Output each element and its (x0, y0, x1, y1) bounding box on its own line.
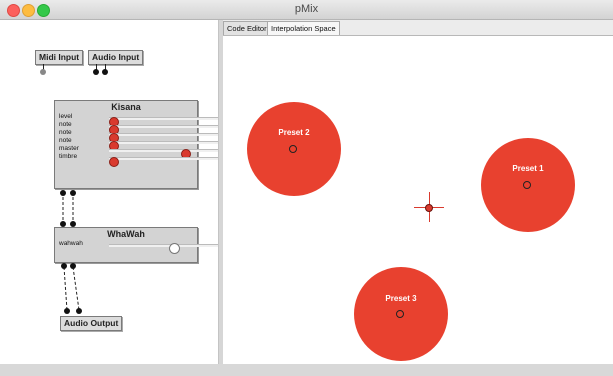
preset-1-center-icon[interactable] (523, 181, 531, 189)
param-row-master: master (59, 145, 237, 159)
app-window: pMix Midi Input Audio Input Kisana level… (0, 0, 613, 376)
param-label: note (59, 137, 72, 144)
param-row-wahwah: wahwah (59, 240, 237, 254)
preset-2-label: Preset 2 (278, 128, 310, 137)
audio-output-node[interactable]: Audio Output (60, 316, 123, 331)
midi-input-pin[interactable] (40, 69, 46, 75)
wire-whawah-out-left (63, 266, 68, 311)
midi-input-node[interactable]: Midi Input (35, 50, 84, 65)
preset-3-center-icon[interactable] (396, 310, 404, 318)
param-label: master (59, 145, 79, 152)
whawah-params: wahwah (55, 240, 237, 254)
preset-3-circle[interactable]: Preset 3 (354, 267, 448, 361)
interpolation-space-canvas[interactable]: Preset 2 Preset 1 Preset 3 (223, 36, 613, 364)
audio-output-pin-left[interactable] (64, 308, 70, 314)
audio-input-pin-right[interactable] (102, 69, 108, 75)
kisana-title: Kisana (111, 102, 141, 112)
param-label: timbre (59, 153, 78, 160)
param-row-timbre: timbre (59, 153, 237, 167)
audio-input-pin-left[interactable] (93, 69, 99, 75)
audio-input-label: Audio Input (92, 52, 140, 62)
kisana-node[interactable]: Kisana level note note note master timbre (54, 100, 237, 189)
kisana-params: level note note note master timbre (55, 113, 237, 167)
param-label: note (59, 121, 72, 128)
connection-wires (62, 192, 80, 311)
param-row-note: note (59, 121, 237, 135)
tab-code-editor[interactable]: Code Editor (223, 21, 271, 35)
preset-2-center-icon[interactable] (289, 145, 297, 153)
preset-1-circle[interactable]: Preset 1 (481, 138, 575, 232)
param-row-note: note (59, 137, 237, 151)
whawah-output-pin-right[interactable] (70, 263, 76, 269)
wire-whawah-out-right (72, 266, 80, 311)
param-row-note: note (59, 129, 237, 143)
preset-1-label: Preset 1 (512, 164, 544, 173)
slider-knob[interactable] (109, 157, 119, 167)
whawah-node[interactable]: WhaWah wahwah (54, 227, 237, 263)
preset-2-circle[interactable]: Preset 2 (247, 102, 341, 196)
tab-bar: Code Editor Interpolation Space (223, 20, 613, 36)
param-row-level: level (59, 113, 237, 127)
kisana-output-pin-left[interactable] (60, 190, 66, 196)
status-bar (0, 364, 613, 376)
param-label: note (59, 129, 72, 136)
whawah-output-pin-left[interactable] (61, 263, 67, 269)
audio-output-label: Audio Output (64, 318, 119, 328)
title-bar[interactable]: pMix (0, 0, 613, 20)
param-label: wahwah (59, 240, 83, 247)
graph-editor-panel[interactable]: Midi Input Audio Input Kisana level note n… (0, 20, 237, 364)
audio-output-pin-right[interactable] (76, 308, 82, 314)
kisana-output-pin-right[interactable] (70, 190, 76, 196)
preset-3-label: Preset 3 (385, 294, 417, 303)
window-title: pMix (294, 3, 319, 15)
tab-interpolation-space[interactable]: Interpolation Space (267, 21, 340, 35)
audio-input-node[interactable]: Audio Input (88, 50, 144, 65)
crosshair-icon[interactable] (425, 204, 433, 212)
param-label: level (59, 113, 73, 120)
midi-input-label: Midi Input (39, 52, 80, 62)
slider-knob[interactable] (169, 243, 180, 254)
